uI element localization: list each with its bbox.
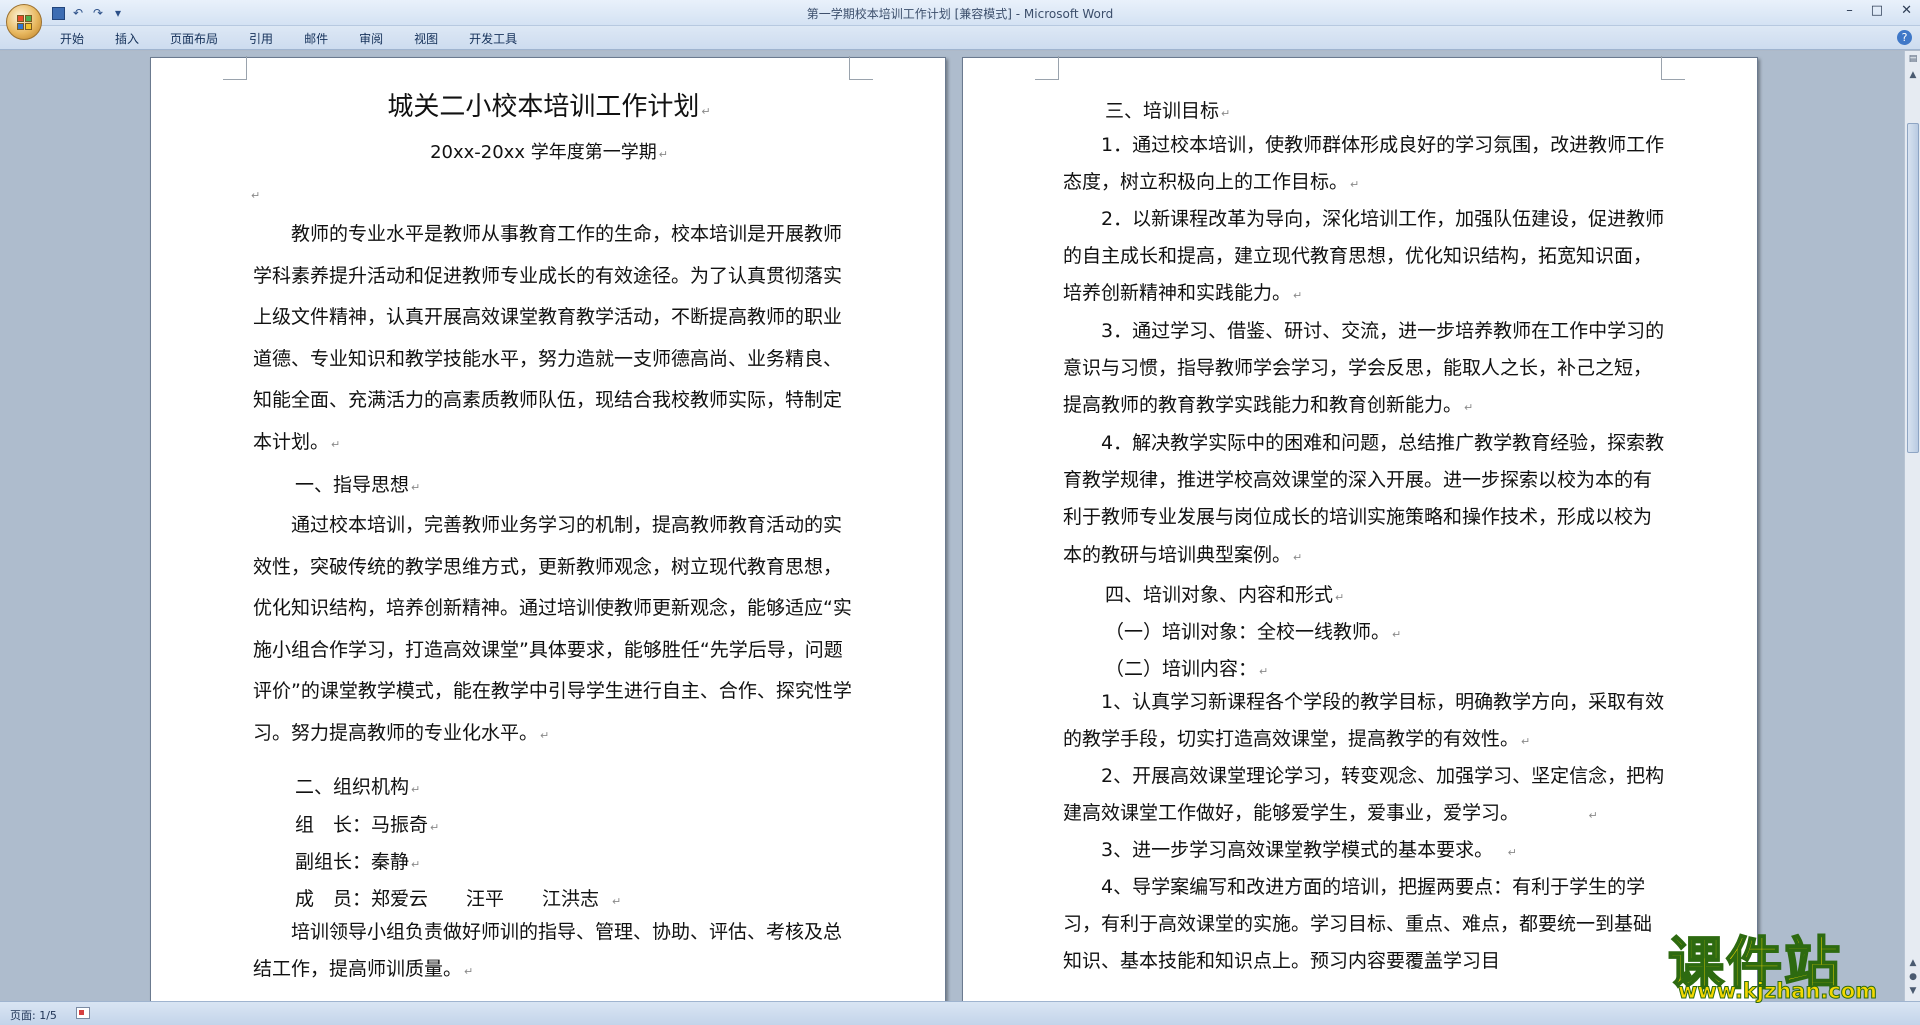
section-heading: 二、组织机构 — [295, 776, 410, 798]
content-paragraph: 1、认真学习新课程各个学段的教学目标，明确教学方向，采取有效的教学手段，切实打造… — [1063, 691, 1665, 751]
office-button[interactable] — [6, 4, 42, 40]
scrollbar-thumb[interactable] — [1907, 123, 1919, 453]
window-title: 第一学期校本培训工作计划 [兼容模式] - Microsoft Word — [806, 7, 1114, 21]
goal-paragraph: 3．通过学习、借鉴、研讨、交流，进一步培养教师在工作中学习的意识与习惯，指导教师… — [1063, 320, 1665, 417]
tab-references[interactable]: 引用 — [249, 30, 273, 47]
tab-page-layout[interactable]: 页面布局 — [170, 30, 218, 47]
document-page-2[interactable]: 三、培训目标 ↵ 1．通过校本培训，使教师群体形成良好的学习氛围，改进教师工作态度… — [962, 56, 1758, 1001]
ruler-toggle-icon[interactable]: ▤ — [1907, 53, 1919, 65]
vertical-scrollbar[interactable]: ▤ ▲ ▲ ● ▼ — [1904, 51, 1920, 1001]
tab-view[interactable]: 视图 — [414, 30, 438, 47]
content-paragraph: 3、进一步学习高效课堂教学模式的基本要求。 ↵ — [1101, 839, 1517, 861]
goal-paragraph: 2．以新课程改革为导向，深化培训工作，加强队伍建设，促进教师的自主成长和提高，建… — [1063, 208, 1665, 305]
previous-page-icon[interactable]: ▲ — [1907, 957, 1919, 969]
section-heading: 三、培训目标 — [1105, 100, 1220, 122]
document-workspace: 城关二小校本培训工作计划 ↵ 20xx-20xx 学年度第一学期 ↵ ↵ 教师的专业… — [0, 51, 1904, 1001]
page-count[interactable]: 页面: 1/5 — [10, 1007, 57, 1023]
training-target-line: （一）培训对象：全校一线教师。 — [1105, 621, 1391, 643]
content-paragraph: 2、开展高效课堂理论学习，转变观念、加强学习、坚定信念，把构建高效课堂工作做好，… — [1063, 765, 1665, 825]
close-icon[interactable]: ✕ — [1901, 3, 1912, 18]
tab-review[interactable]: 审阅 — [359, 30, 383, 47]
ribbon: 开始 插入 页面布局 引用 邮件 审阅 视图 开发工具 ? — [0, 26, 1920, 50]
next-page-icon[interactable]: ▼ — [1907, 985, 1919, 997]
section-paragraph: 培训领导小组负责做好师训的指导、管理、协助、评估、考核及总结工作，提高师训质量。… — [253, 921, 843, 980]
tab-home[interactable]: 开始 — [60, 30, 84, 47]
tab-developer[interactable]: 开发工具 — [469, 30, 517, 47]
intro-paragraph: 教师的专业水平是教师从事教育工作的生命，校本培训是开展教师学科素养提升活动和促进… — [253, 223, 843, 453]
tab-mailings[interactable]: 邮件 — [304, 30, 328, 47]
document-page-1[interactable]: 城关二小校本培训工作计划 ↵ 20xx-20xx 学年度第一学期 ↵ ↵ 教师的专业… — [150, 56, 946, 1001]
document-subtitle: 20xx-20xx 学年度第一学期 — [430, 142, 657, 163]
watermark-logo: 课件站 www.kjzhan.com — [1667, 919, 1908, 1004]
training-content-heading: （二）培训内容： — [1105, 658, 1258, 680]
office-logo-icon — [17, 15, 24, 22]
help-icon[interactable]: ? — [1897, 30, 1912, 45]
select-browse-object-icon[interactable]: ● — [1907, 971, 1919, 983]
watermark-url: www.kjzhan.com — [1677, 979, 1878, 1004]
window-controls: – □ ✕ — [1846, 3, 1912, 18]
goal-paragraph: 1．通过校本培训，使教师群体形成良好的学习氛围，改进教师工作态度，树立积极向上的… — [1063, 134, 1665, 194]
status-bar: 页面: 1/5 — [0, 1001, 1920, 1025]
section-paragraph: 通过校本培训，完善教师业务学习的机制，提高教师教育活动的实效性，突破传统的教学思… — [253, 514, 852, 744]
tab-insert[interactable]: 插入 — [115, 30, 139, 47]
maximize-icon[interactable]: □ — [1871, 3, 1883, 18]
paragraph-mark: ↵ — [251, 189, 261, 202]
document-title: 城关二小校本培训工作计划 — [387, 92, 700, 122]
title-bar: ↶ ↷ ▾ 第一学期校本培训工作计划 [兼容模式] - Microsoft Wo… — [0, 0, 1920, 26]
minimize-icon[interactable]: – — [1846, 3, 1853, 18]
section-heading: 一、指导思想 — [295, 474, 410, 496]
section-heading: 四、培训对象、内容和形式 — [1105, 584, 1334, 606]
members-line: 成 员：郑爱云 汪平 江洪志 — [295, 888, 600, 910]
scroll-up-icon[interactable]: ▲ — [1907, 69, 1919, 81]
deputy-leader-line: 副组长：秦静 — [295, 851, 410, 873]
content-paragraph: 4、导学案编写和改进方面的培训，把握两要点：有利于学生的学习，有利于高效课堂的实… — [1063, 876, 1653, 973]
goal-paragraph: 4．解决教学实际中的困难和问题，总结推广教学教育经验，探索教育教学规律，推进学校… — [1063, 432, 1665, 566]
proofing-icon[interactable] — [76, 1007, 90, 1019]
ribbon-tabs: 开始 插入 页面布局 引用 邮件 审阅 视图 开发工具 — [60, 30, 517, 47]
leader-line: 组 长：马振奇 — [295, 814, 429, 836]
